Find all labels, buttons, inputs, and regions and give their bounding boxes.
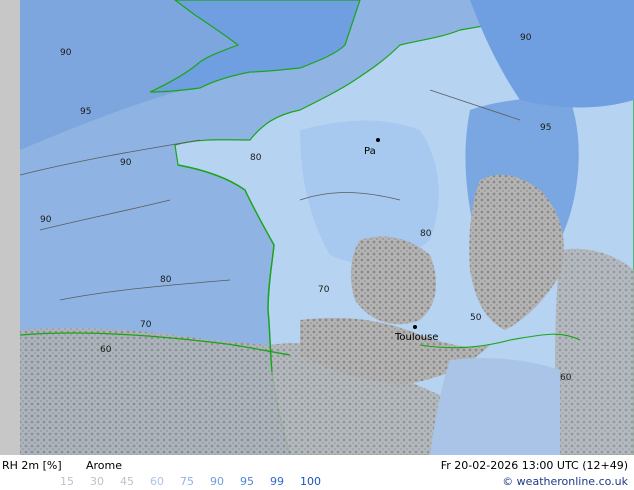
valid-time: Fr 20-02-2026 13:00 UTC (12+49)	[440, 459, 628, 472]
toulouse-label: Toulouse	[394, 332, 438, 343]
toulouse-marker	[413, 325, 417, 329]
color-scale: 15 30 45 60 75 90 95 99 100	[60, 475, 330, 488]
scale-value: 15	[60, 475, 74, 488]
contour-label: 70	[140, 320, 152, 330]
scale-value: 100	[300, 475, 321, 488]
scale-value: 60	[150, 475, 164, 488]
map-footer: RH 2m [%] Arome Fr 20-02-2026 13:00 UTC …	[0, 455, 634, 490]
contour-label: 90	[40, 215, 52, 225]
contour-label: 80	[420, 229, 432, 239]
rh-map: 95 90 90 80 70 60 70 80 90 95 50 60 80 9…	[0, 0, 634, 455]
contour-label: 90	[520, 33, 532, 43]
credit-link[interactable]: © weatheronline.co.uk	[502, 475, 628, 488]
contour-label: 90	[60, 48, 72, 58]
contour-label: 60	[560, 373, 572, 383]
contour-label: 60	[100, 345, 112, 355]
scale-value: 75	[180, 475, 194, 488]
east-terrain	[555, 248, 634, 455]
contour-label: 90	[120, 158, 132, 168]
contour-label: 95	[540, 123, 551, 133]
model-name: Arome	[86, 459, 123, 472]
scale-value: 30	[90, 475, 104, 488]
scale-value: 95	[240, 475, 254, 488]
domain-margin	[0, 0, 20, 455]
variable-label: RH 2m [%]	[2, 459, 62, 472]
contour-label: 50	[470, 313, 482, 323]
paris-marker	[376, 138, 380, 142]
paris-label: Pa	[364, 146, 376, 157]
contour-label: 80	[250, 153, 262, 163]
mediterranean-sea	[430, 358, 560, 455]
scale-value: 99	[270, 475, 284, 488]
scale-value: 90	[210, 475, 224, 488]
scale-value: 45	[120, 475, 134, 488]
contour-label: 95	[80, 107, 91, 117]
contour-label: 80	[160, 275, 172, 285]
contour-label: 70	[318, 285, 330, 295]
